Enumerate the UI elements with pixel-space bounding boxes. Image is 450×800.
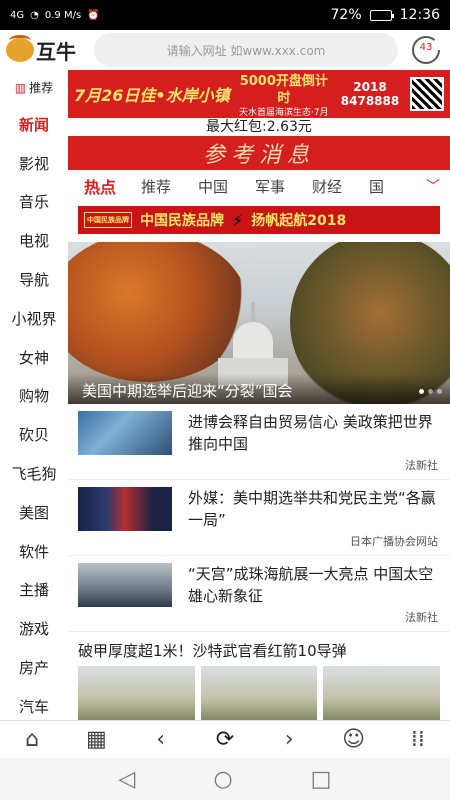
system-back-icon[interactable]: ◁ bbox=[119, 767, 136, 792]
headline-images[interactable] bbox=[68, 666, 450, 720]
tab-count: 43 bbox=[419, 42, 433, 53]
clock: 12:36 bbox=[399, 7, 440, 23]
news-tabs: 热点 推荐 中国 军事 财经 国 ﹀ bbox=[68, 170, 450, 202]
sidebar-item-short-video[interactable]: 小视界 bbox=[0, 299, 68, 338]
sidebar-item-streamers[interactable]: 主播 bbox=[0, 571, 68, 610]
sidebar-item-real-estate[interactable]: 房产 bbox=[0, 648, 68, 687]
address-placeholder: 请输入网址 如www.xxx.com bbox=[166, 43, 326, 58]
news-source: 日本广播协会网站 bbox=[350, 535, 438, 548]
ad-date: 7月26日佳•水岸小镇 bbox=[74, 86, 230, 105]
ad-phone-block: 2018 8478888 bbox=[338, 80, 402, 109]
status-bar: 4G ◔ 0.9 M/s ⏰ 72% 12:36 bbox=[0, 0, 450, 30]
sidebar-item-bargain[interactable]: 砍贝 bbox=[0, 415, 68, 454]
sidebar-item-games[interactable]: 游戏 bbox=[0, 609, 68, 648]
headline-thumbnail bbox=[78, 666, 195, 720]
bull-logo-icon bbox=[6, 35, 34, 62]
brand-ad-banner[interactable]: 中国民族品牌 中国民族品牌 ⚡ 扬帆起航2018 bbox=[78, 206, 440, 234]
reference-news-title: 参考消息 bbox=[202, 143, 315, 168]
app-logo[interactable]: 互牛 bbox=[6, 35, 94, 65]
home-icon[interactable]: ⌂ bbox=[12, 727, 52, 752]
news-source: 法新社 bbox=[405, 459, 438, 472]
red-packet-text[interactable]: 最大红包:2.63元 bbox=[68, 118, 450, 136]
bar-chart-icon: ▥ bbox=[14, 80, 27, 95]
category-sidebar: ▥ 推荐 新闻 影视 音乐 电视 导航 小视界 女神 购物 砍贝 飞毛狗 美图 … bbox=[0, 70, 68, 720]
browser-toolbar: 互牛 请输入网址 如www.xxx.com 43 bbox=[0, 30, 450, 70]
system-nav-bar: ◁ ○ □ bbox=[0, 758, 450, 800]
sidebar-item-music[interactable]: 音乐 bbox=[0, 183, 68, 222]
back-icon[interactable]: ‹ bbox=[141, 727, 181, 752]
news-thumbnail bbox=[78, 487, 172, 531]
grid-icon[interactable]: ▦ bbox=[76, 727, 116, 752]
hero-caption: 美国中期选举后迎来“分裂”国会 bbox=[68, 374, 450, 404]
ad-phone: 8478888 bbox=[340, 94, 400, 108]
forward-icon[interactable]: › bbox=[269, 727, 309, 752]
net-speed: 0.9 M/s bbox=[44, 9, 82, 21]
ad-badge: 中国民族品牌 bbox=[84, 212, 132, 228]
carousel-dot bbox=[428, 389, 433, 394]
sidebar-item-shopping[interactable]: 购物 bbox=[0, 377, 68, 416]
carousel-dots bbox=[419, 389, 442, 394]
news-thumbnail bbox=[78, 411, 172, 455]
news-item[interactable]: “天宫”成珠海航展一大亮点 中国太空雄心新象征 法新社 bbox=[68, 556, 450, 632]
sidebar-item-pictures[interactable]: 美图 bbox=[0, 493, 68, 532]
sidebar-item-software[interactable]: 软件 bbox=[0, 532, 68, 571]
sidebar-item-news[interactable]: 新闻 bbox=[0, 105, 68, 144]
news-thumbnail bbox=[78, 563, 172, 607]
system-recents-icon[interactable]: □ bbox=[311, 767, 332, 792]
tabs-button[interactable]: 43 bbox=[408, 32, 444, 68]
sidebar-item-goddess[interactable]: 女神 bbox=[0, 338, 68, 377]
headline-title[interactable]: 破甲厚度超1米！沙特武官看红箭10导弹 bbox=[68, 632, 450, 666]
headline-thumbnail bbox=[200, 666, 318, 720]
carousel-dot bbox=[419, 389, 424, 394]
hero-carousel[interactable]: 美国中期选举后迎来“分裂”国会 bbox=[68, 242, 450, 404]
app-name: 互牛 bbox=[36, 39, 76, 64]
news-title: 进博会释自由贸易信心 美政策把世界推向中国 bbox=[188, 413, 433, 453]
sidebar-item-tv[interactable]: 电视 bbox=[0, 221, 68, 260]
system-home-icon[interactable]: ○ bbox=[213, 767, 232, 792]
news-title: “天宫”成珠海航展一大亮点 中国太空雄心新象征 bbox=[188, 565, 434, 605]
reference-news-banner[interactable]: 参考消息 bbox=[68, 136, 450, 170]
qr-code-icon bbox=[410, 77, 444, 111]
news-item[interactable]: 外媒：美中期选举共和党民主党“各赢一局” 日本广播协会网站 bbox=[68, 480, 450, 556]
signal-indicator: 4G bbox=[10, 9, 25, 21]
menu-dots-icon[interactable]: ⁞⁞ bbox=[398, 727, 438, 752]
browser-bottom-nav: ⌂ ▦ ‹ ⟳ › ☺ ⁞⁞ bbox=[0, 720, 450, 758]
news-source: 法新社 bbox=[405, 611, 438, 624]
battery-icon bbox=[369, 9, 394, 21]
ad-area: 2018 bbox=[353, 79, 387, 94]
sidebar-item-recommend[interactable]: ▥ 推荐 bbox=[0, 70, 68, 105]
tab-hot[interactable]: 热点 bbox=[84, 174, 141, 198]
capitol-dome-image bbox=[218, 302, 288, 386]
chevron-down-icon[interactable]: ﹀ bbox=[426, 176, 440, 196]
alarm-icon: ⏰ bbox=[87, 9, 100, 21]
sidebar-item-navigation[interactable]: 导航 bbox=[0, 260, 68, 299]
carousel-dot bbox=[437, 389, 442, 394]
ad-promo: 文1000抵5000开盘倒计时 bbox=[239, 70, 328, 106]
address-bar[interactable]: 请输入网址 如www.xxx.com bbox=[94, 33, 398, 67]
refresh-icon[interactable]: ⟳ bbox=[205, 727, 245, 752]
sidebar-item-movies[interactable]: 影视 bbox=[0, 144, 68, 183]
ad2-text2: 扬帆起航2018 bbox=[251, 213, 347, 229]
top-ad-banner[interactable]: 7月26日佳•水岸小镇 文1000抵5000开盘倒计时 天水首届海滨生态·7月2… bbox=[68, 70, 450, 129]
news-item[interactable]: 进博会释自由贸易信心 美政策把世界推向中国 法新社 bbox=[68, 404, 450, 480]
headline-thumbnail bbox=[323, 666, 441, 720]
news-feed: 7月26日佳•水岸小镇 文1000抵5000开盘倒计时 天水首届海滨生态·7月2… bbox=[68, 70, 450, 720]
tab-china[interactable]: 中国 bbox=[198, 176, 255, 197]
sidebar-item-label: 推荐 bbox=[29, 81, 54, 95]
tab-military[interactable]: 军事 bbox=[255, 176, 312, 197]
wifi-icon: ◔ bbox=[30, 9, 39, 21]
lightning-icon: ⚡ bbox=[232, 210, 244, 230]
sidebar-item-feimaogou[interactable]: 飞毛狗 bbox=[0, 454, 68, 493]
ad2-text: 中国民族品牌 bbox=[140, 213, 224, 229]
battery-percent: 72% bbox=[330, 7, 362, 23]
tab-international[interactable]: 国 bbox=[369, 176, 426, 197]
user-add-icon[interactable]: ☺ bbox=[334, 727, 374, 752]
tab-recommend[interactable]: 推荐 bbox=[141, 176, 198, 197]
tab-finance[interactable]: 财经 bbox=[312, 176, 369, 197]
